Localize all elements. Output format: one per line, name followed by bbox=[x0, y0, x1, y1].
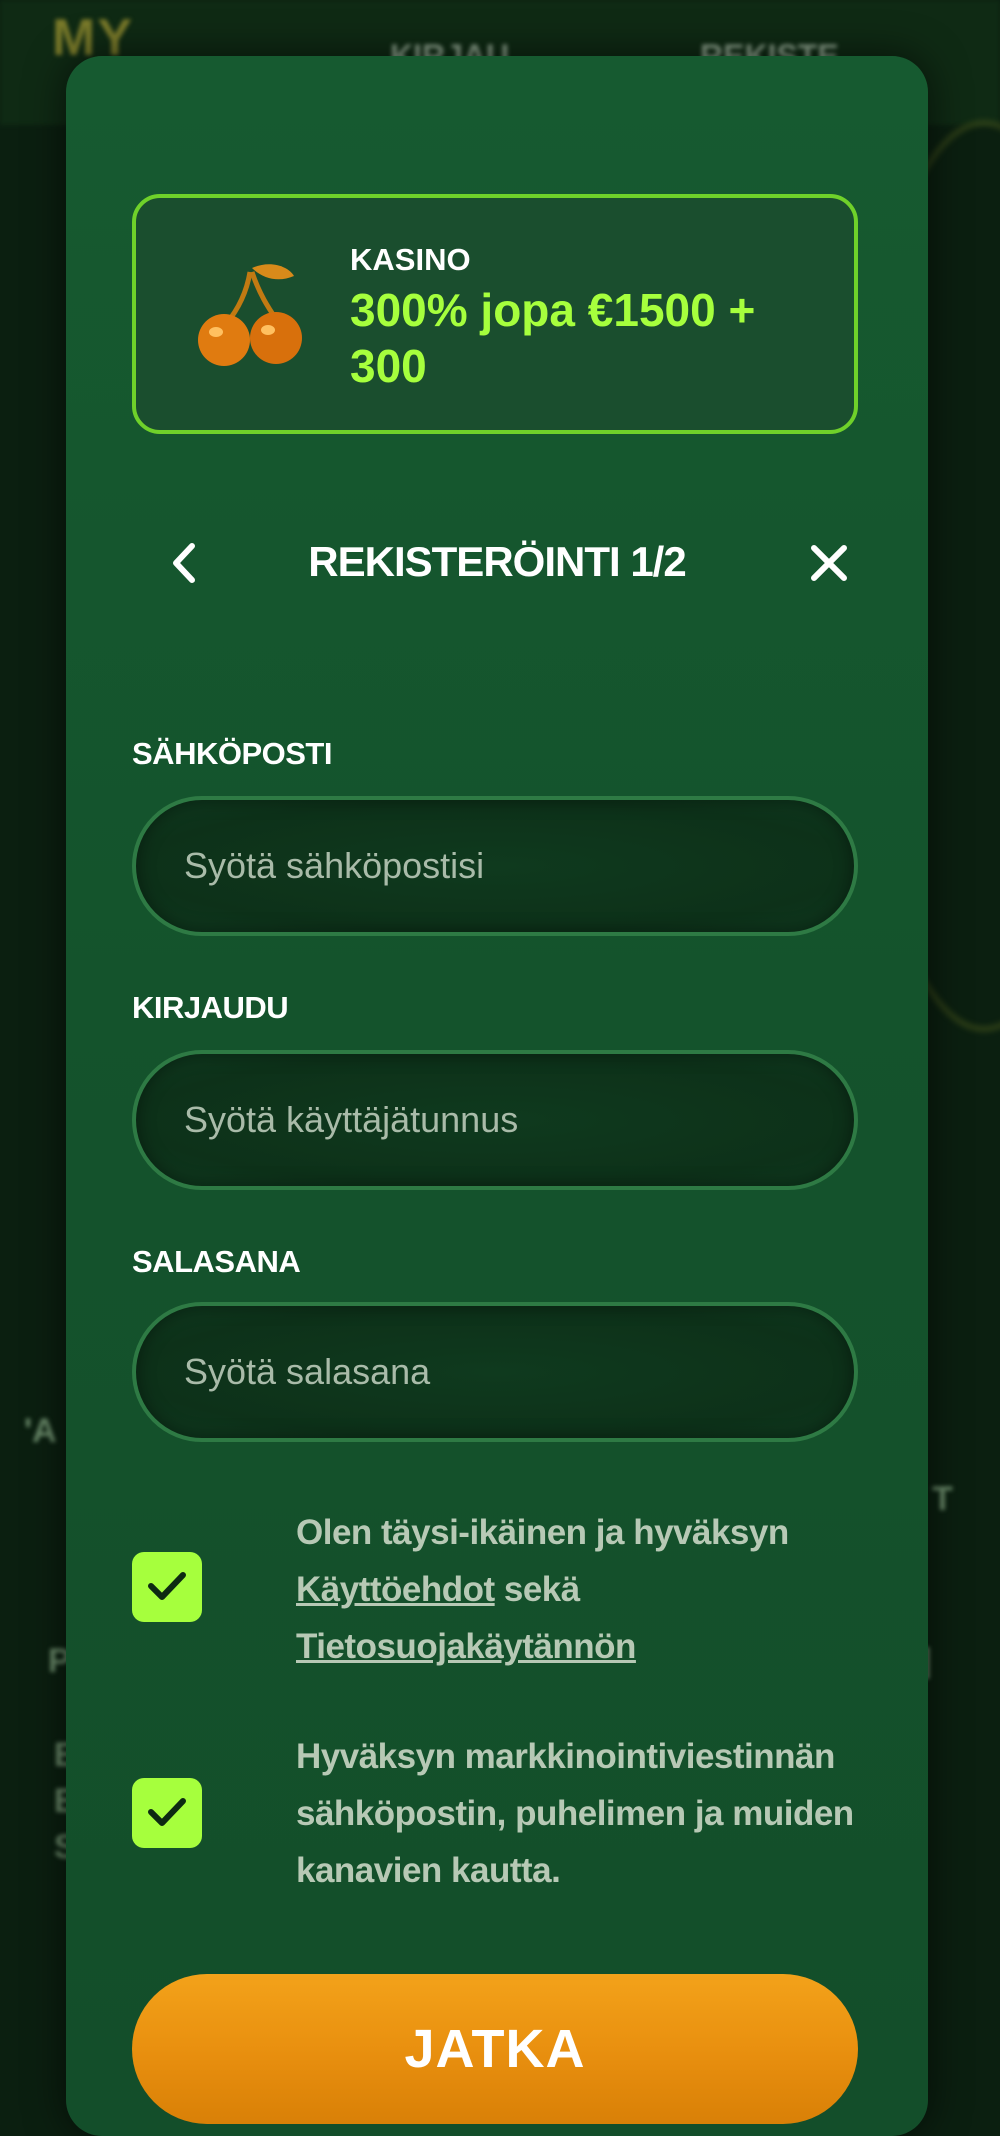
continue-button[interactable]: JATKA bbox=[132, 1974, 858, 2124]
password-label: SALASANA bbox=[132, 1244, 301, 1279]
terms-checkbox[interactable] bbox=[132, 1552, 202, 1622]
close-icon[interactable] bbox=[806, 540, 852, 586]
checkmark-icon bbox=[148, 1572, 186, 1600]
privacy-policy-link[interactable]: Tietosuojakäytännön bbox=[296, 1627, 636, 1666]
username-label: KIRJAUDU bbox=[132, 990, 289, 1025]
marketing-checkbox[interactable] bbox=[132, 1778, 202, 1848]
terms-consent: Olen täysi-ikäinen ja hyväksyn Käyttöehd… bbox=[132, 1504, 862, 1684]
background-text-fragment: T bbox=[932, 1480, 953, 1518]
terms-text-prefix: Olen täysi-ikäinen ja hyväksyn bbox=[296, 1513, 789, 1552]
email-input[interactable] bbox=[132, 796, 858, 936]
checkmark-icon bbox=[148, 1798, 186, 1826]
username-input[interactable] bbox=[132, 1050, 858, 1190]
marketing-text: Hyväksyn markkinointiviestinnän sähköpos… bbox=[296, 1737, 854, 1890]
marketing-consent: Hyväksyn markkinointiviestinnän sähköpos… bbox=[132, 1728, 862, 1908]
password-input[interactable] bbox=[132, 1302, 858, 1442]
cherry-icon bbox=[198, 264, 302, 366]
email-label: SÄHKÖPOSTI bbox=[132, 736, 332, 771]
modal-title: REKISTERÖINTI 1/2 bbox=[308, 538, 686, 585]
bonus-banner: KASINO 300% jopa €1500 + 300 bbox=[132, 194, 858, 434]
modal-header: REKISTERÖINTI 1/2 bbox=[66, 524, 928, 604]
terms-text-middle: sekä bbox=[494, 1570, 580, 1609]
bonus-offer: 300% jopa €1500 + 300 bbox=[350, 284, 756, 392]
background-text-fragment: 'A bbox=[24, 1412, 57, 1450]
terms-text: Olen täysi-ikäinen ja hyväksyn Käyttöehd… bbox=[296, 1504, 896, 1675]
terms-of-use-link[interactable]: Käyttöehdot bbox=[296, 1570, 495, 1609]
registration-modal: KASINO 300% jopa €1500 + 300 REKISTERÖIN… bbox=[66, 56, 928, 2136]
bonus-category: KASINO bbox=[350, 242, 471, 277]
